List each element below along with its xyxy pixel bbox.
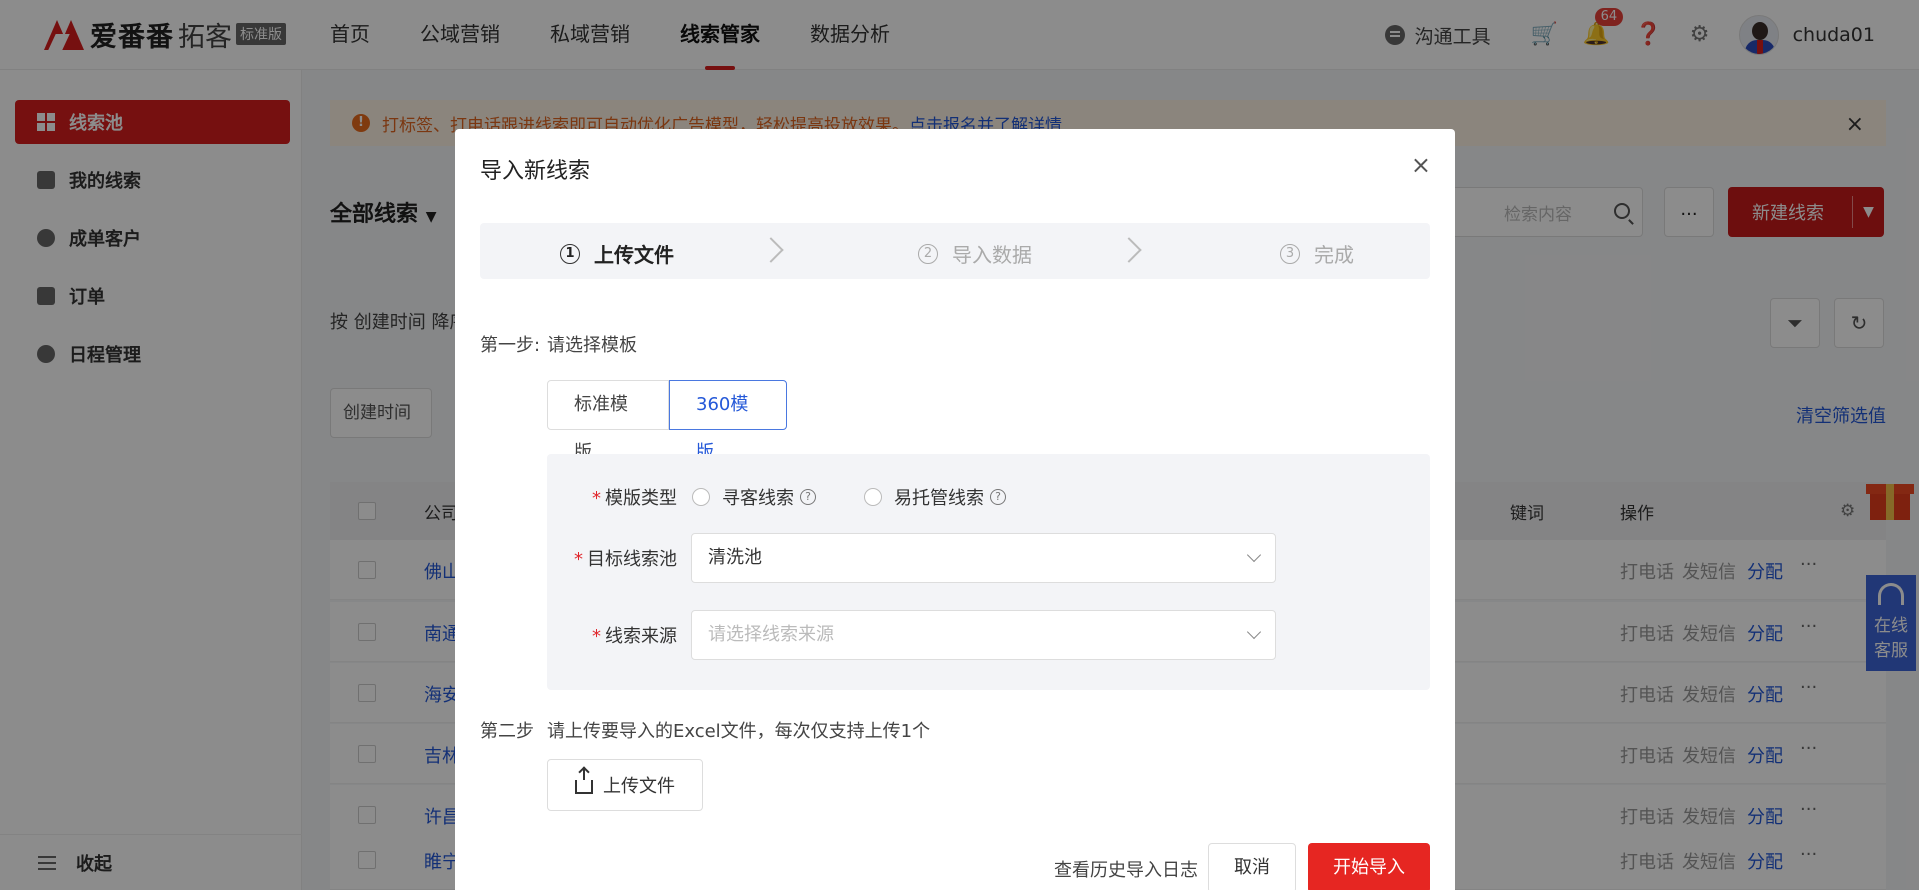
upload-icon [575,768,593,794]
history-log-link[interactable]: 查看历史导入日志 [1054,856,1198,882]
step-import: 2 导入数据 [918,239,1032,268]
target-pool-value: 清洗池 [708,547,762,568]
step-indicator: 1 上传文件 2 导入数据 3 完成 [480,223,1430,279]
import-leads-dialog: 导入新线索 × 1 上传文件 2 导入数据 3 完成 第一步: 请选择模板 标准… [455,129,1455,890]
step-done: 3 完成 [1280,239,1354,268]
template-standard-button[interactable]: 标准模版 [547,380,669,463]
template-selector: 标准模版 360模版 [547,380,787,463]
step-label: 完成 [1314,243,1354,267]
chevron-right-icon [1120,237,1140,265]
chevron-down-icon [1246,547,1262,563]
chevron-right-icon [762,237,782,265]
template-360-button[interactable]: 360模版 [669,380,787,463]
radio-yituoguan[interactable] [864,488,882,506]
template-form: * 模版类型 寻客线索 ? 易托管线索 ? * 目标线索池 清洗池 * 线索来源 请选… [547,454,1430,690]
radio-xunke-label[interactable]: 寻客线索 [722,484,794,510]
step2-text: 请上传要导入的Excel文件，每次仅支持上传1个 [547,721,931,742]
start-import-button[interactable]: 开始导入 [1308,843,1430,890]
target-pool-label: * 目标线索池 [574,549,677,570]
cancel-button[interactable]: 取消 [1208,843,1296,890]
lead-source-placeholder: 请选择线索来源 [708,624,834,645]
radio-yituoguan-label[interactable]: 易托管线索 [894,484,984,510]
template-type-radio-group: 寻客线索 ? 易托管线索 ? [692,484,1054,510]
step1-text: 请选择模板 [547,335,637,356]
lead-source-select[interactable]: 请选择线索来源 [691,610,1276,660]
radio-xunke[interactable] [692,488,710,506]
chevron-down-icon [1246,624,1262,640]
close-icon[interactable]: × [1411,151,1431,179]
step-number: 1 [560,243,580,264]
template-type-label: * 模版类型 [592,488,677,509]
step2-label: 第二步 [480,721,534,742]
step-label: 导入数据 [952,243,1032,267]
help-icon[interactable]: ? [990,489,1006,505]
target-pool-select[interactable]: 清洗池 [691,533,1276,583]
step-upload: 1 上传文件 [560,239,674,268]
step-label: 上传文件 [594,243,674,267]
step1-label: 第一步: [480,335,541,356]
help-icon[interactable]: ? [800,489,816,505]
step-number: 3 [1280,243,1300,264]
upload-file-label: 上传文件 [603,776,675,797]
step-number: 2 [918,243,938,264]
lead-source-label: * 线索来源 [592,626,677,647]
dialog-title: 导入新线索 [480,159,591,184]
upload-file-button[interactable]: 上传文件 [547,759,703,811]
